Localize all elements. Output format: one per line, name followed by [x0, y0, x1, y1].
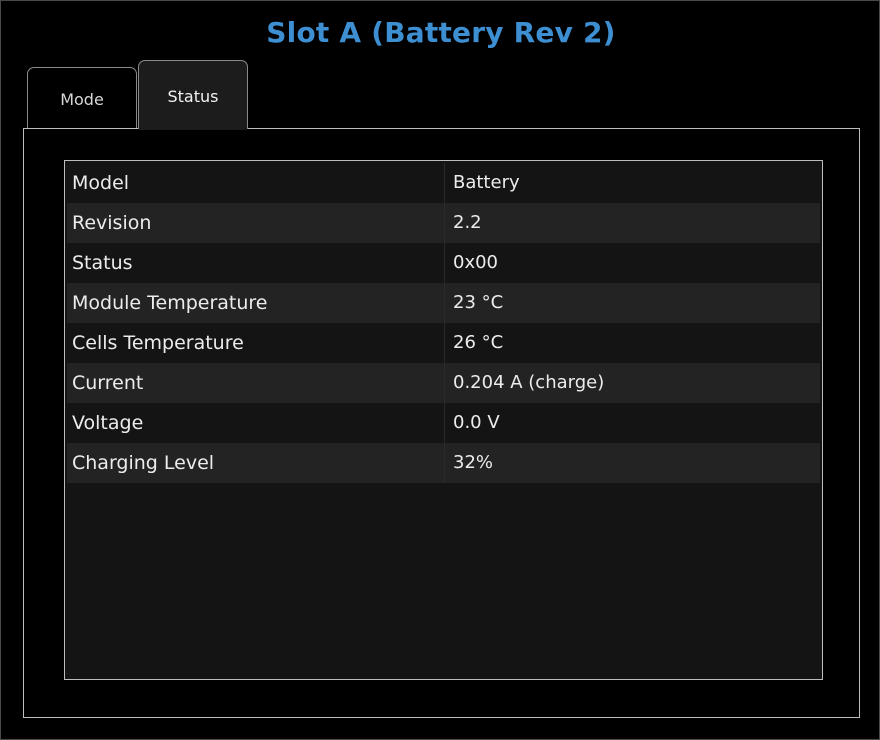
table-row[interactable]: Module Temperature 23 °C: [67, 283, 820, 323]
tab-mode[interactable]: Mode: [27, 67, 137, 129]
property-name: Model: [67, 163, 445, 203]
window-title: Slot A (Battery Rev 2): [266, 16, 616, 49]
table-row[interactable]: Cells Temperature 26 °C: [67, 323, 820, 363]
table-row[interactable]: Model Battery: [67, 163, 820, 203]
property-value: 2.2: [453, 212, 482, 233]
property-name: Module Temperature: [67, 283, 445, 323]
property-value: 0.204 A (charge): [453, 372, 605, 393]
table-row[interactable]: Charging Level 32%: [67, 443, 820, 483]
property-name: Cells Temperature: [67, 323, 445, 363]
property-value: 26 °C: [453, 332, 504, 353]
table-row[interactable]: Status 0x00: [67, 243, 820, 283]
property-value: 0x00: [453, 252, 499, 273]
table-row[interactable]: Voltage 0.0 V: [67, 403, 820, 443]
property-name: Status: [67, 243, 445, 283]
tab-status[interactable]: Status: [138, 60, 248, 130]
table-row[interactable]: Revision 2.2: [67, 203, 820, 243]
property-name: Current: [67, 363, 445, 403]
property-value: Battery: [453, 172, 520, 193]
status-table: Model Battery Revision 2.2 Status 0x00 M…: [64, 160, 823, 680]
property-name: Charging Level: [67, 443, 445, 483]
property-value: 0.0 V: [453, 412, 500, 433]
property-name: Revision: [67, 203, 445, 243]
device-window: Slot A (Battery Rev 2) Mode Status Model…: [0, 0, 880, 740]
property-name: Voltage: [67, 403, 445, 443]
property-value: 32%: [453, 452, 494, 473]
tab-panel-status: Model Battery Revision 2.2 Status 0x00 M…: [23, 128, 860, 718]
property-value: 23 °C: [453, 292, 504, 313]
table-row[interactable]: Current 0.204 A (charge): [67, 363, 820, 403]
